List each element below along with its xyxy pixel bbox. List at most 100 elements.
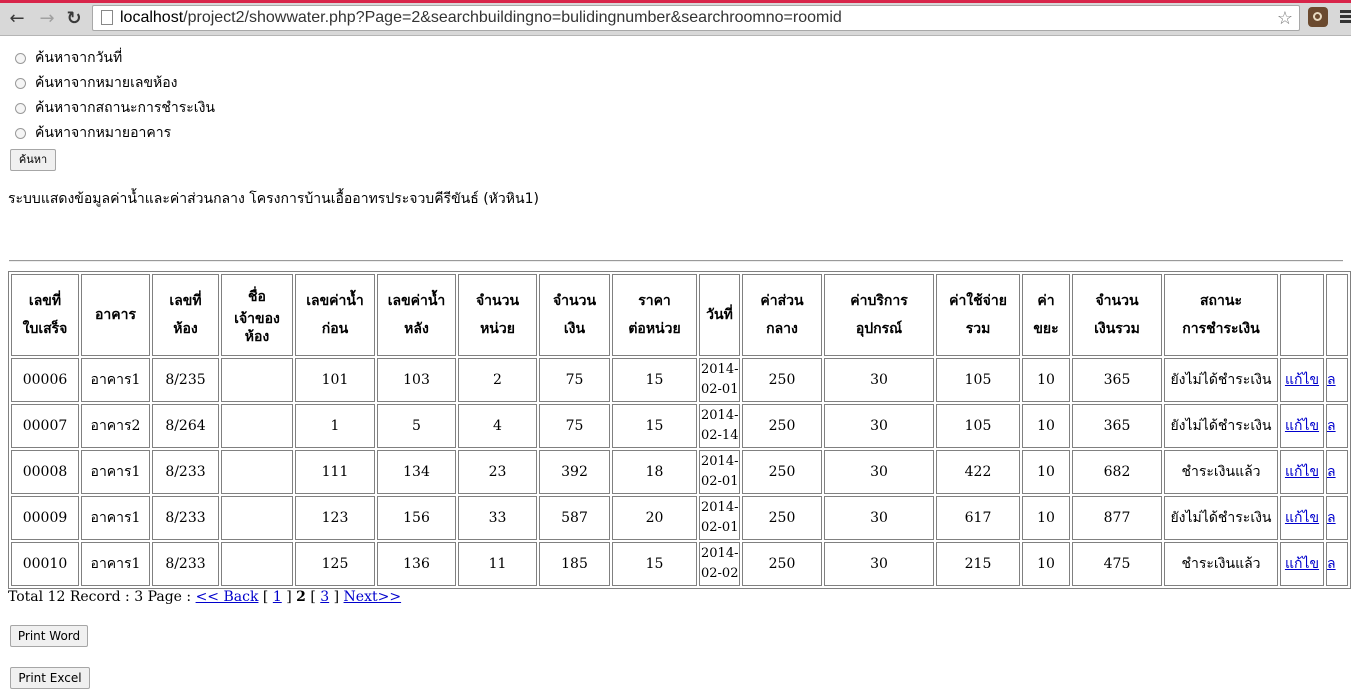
header-line: เลขที่ — [169, 293, 202, 309]
address-bar[interactable]: localhost/project2/showwater.php?Page=2&… — [92, 5, 1300, 31]
header-line: สถานะ — [1200, 293, 1242, 309]
header-line: การชำระเงิน — [1182, 321, 1260, 337]
cell-building: อาคาร1 — [81, 450, 150, 494]
edit-link[interactable]: แก้ไข — [1285, 556, 1319, 572]
search-option-building[interactable]: ค้นหาจากหมายอาคาร — [15, 121, 215, 146]
pagination-back-link[interactable]: << Back — [196, 589, 259, 605]
cell-amount: 392 — [539, 450, 610, 494]
reload-icon[interactable]: ↻ — [63, 8, 85, 30]
cell-price: 18 — [612, 450, 697, 494]
cell-delete: ล — [1326, 496, 1348, 540]
header-meter-before: เลขค่าน้ำ ก่อน — [295, 274, 375, 356]
cell-status: ยังไม่ได้ชำระเงิน — [1164, 358, 1278, 402]
print-excel-button[interactable]: Print Excel — [10, 667, 90, 689]
cell-room: 8/264 — [152, 404, 219, 448]
cell-price: 15 — [612, 358, 697, 402]
cell-units: 4 — [458, 404, 537, 448]
header-line: อุปกรณ์ — [855, 321, 903, 337]
date-line: 2014- — [701, 546, 739, 561]
divider — [9, 260, 1343, 262]
search-option-date[interactable]: ค้นหาจากวันที่ — [15, 46, 215, 71]
header-line: กลาง — [766, 321, 798, 337]
date-line: 02-01 — [701, 382, 739, 397]
cell-units: 2 — [458, 358, 537, 402]
search-options: ค้นหาจากวันที่ ค้นหาจากหมายเลขห้อง ค้นหา… — [15, 46, 215, 146]
radio-button[interactable] — [15, 103, 26, 114]
date-line: 2014- — [701, 408, 739, 423]
pagination: Total 12 Record : 3 Page : << Back [ 1 ]… — [8, 589, 402, 605]
delete-link[interactable]: ล — [1327, 510, 1336, 526]
header-line: ใบเสร็จ — [22, 321, 68, 337]
cell-garbage: 10 — [1022, 404, 1070, 448]
cell-status: ยังไม่ได้ชำระเงิน — [1164, 496, 1278, 540]
cell-amount: 75 — [539, 404, 610, 448]
cell-date: 2014- 02-02 — [699, 542, 740, 586]
cell-total: 617 — [936, 496, 1020, 540]
table-row: 00008 อาคาร1 8/233 111 134 23 392 18 2014- 02-01 2… — [11, 450, 1348, 494]
forward-arrow-icon[interactable]: → — [36, 8, 58, 30]
header-payment-status: สถานะการชำระเงิน — [1164, 274, 1278, 356]
search-button[interactable]: ค้นหา — [10, 149, 56, 171]
header-date: วันที่ — [699, 274, 740, 356]
header-unit-price: ราคา ต่อหน่วย — [612, 274, 697, 356]
cell-edit: แก้ไข — [1280, 404, 1324, 448]
cell-common: 250 — [742, 358, 822, 402]
cell-room: 8/233 — [152, 496, 219, 540]
search-option-payment-status[interactable]: ค้นหาจากสถานะการชำระเงิน — [15, 96, 215, 121]
header-units: จำนวน หน่วย — [458, 274, 537, 356]
cell-service: 30 — [824, 358, 934, 402]
window-accent-line — [0, 0, 1351, 3]
cell-building: อาคาร1 — [81, 358, 150, 402]
delete-link[interactable]: ล — [1327, 372, 1336, 388]
print-word-button[interactable]: Print Word — [10, 625, 88, 647]
cell-edit: แก้ไข — [1280, 542, 1324, 586]
cell-building: อาคาร2 — [81, 404, 150, 448]
date-line: 02-14 — [701, 428, 739, 443]
header-line: ต่อหน่วย — [628, 321, 681, 337]
pagination-page-3[interactable]: 3 — [320, 589, 329, 605]
cell-amount: 185 — [539, 542, 610, 586]
radio-button[interactable] — [15, 53, 26, 64]
date-line: 02-01 — [701, 474, 739, 489]
cell-service: 30 — [824, 404, 934, 448]
cell-total: 215 — [936, 542, 1020, 586]
cell-building: อาคาร1 — [81, 496, 150, 540]
browser-toolbar: ← → ↻ localhost/project2/showwater.php?P… — [0, 0, 1351, 36]
header-line: เลขค่าน้ำ — [306, 293, 364, 309]
bookmark-star-icon[interactable]: ☆ — [1277, 6, 1293, 30]
cell-common: 250 — [742, 542, 822, 586]
edit-link[interactable]: แก้ไข — [1285, 464, 1319, 480]
pagination-page-1[interactable]: 1 — [273, 589, 282, 605]
header-line: ห้อง — [173, 321, 198, 337]
search-option-room[interactable]: ค้นหาจากหมายเลขห้อง — [15, 71, 215, 96]
delete-link[interactable]: ล — [1327, 556, 1336, 572]
delete-link[interactable]: ล — [1327, 464, 1336, 480]
cell-after: 136 — [377, 542, 456, 586]
date-line: 02-01 — [701, 520, 739, 535]
cell-before: 123 — [295, 496, 375, 540]
radio-button[interactable] — [15, 78, 26, 89]
cell-price: 15 — [612, 404, 697, 448]
header-owner-name: ชื่อ เจ้าของ ห้อง — [221, 274, 293, 356]
cell-status: ชำระเงินแล้ว — [1164, 450, 1278, 494]
camera-extension-icon[interactable] — [1308, 7, 1328, 27]
radio-button[interactable] — [15, 128, 26, 139]
pagination-current-page: 2 — [296, 589, 306, 605]
edit-link[interactable]: แก้ไข — [1285, 418, 1319, 434]
back-arrow-icon[interactable]: ← — [6, 8, 28, 30]
delete-link[interactable]: ล — [1327, 418, 1336, 434]
pagination-next-link[interactable]: Next>> — [344, 589, 402, 605]
date-line: 2014- — [701, 362, 739, 377]
edit-link[interactable]: แก้ไข — [1285, 372, 1319, 388]
table-row: 00007 อาคาร2 8/264 1 5 4 75 15 2014- 02-14 250 30 10… — [11, 404, 1348, 448]
cell-total: 105 — [936, 404, 1020, 448]
edit-link[interactable]: แก้ไข — [1285, 510, 1319, 526]
menu-icon[interactable] — [1340, 10, 1351, 26]
table-row: 00010 อาคาร1 8/233 125 136 11 185 15 2014- 02-02 2… — [11, 542, 1348, 586]
header-garbage-fee: ค่า ขยะ — [1022, 274, 1070, 356]
header-room-no: เลขที่ห้อง — [152, 274, 219, 356]
table-body: 00006 อาคาร1 8/235 101 103 2 75 15 2014- 02-01 250… — [11, 358, 1348, 586]
date-line: 2014- — [701, 500, 739, 515]
cell-edit: แก้ไข — [1280, 496, 1324, 540]
cell-owner — [221, 450, 293, 494]
